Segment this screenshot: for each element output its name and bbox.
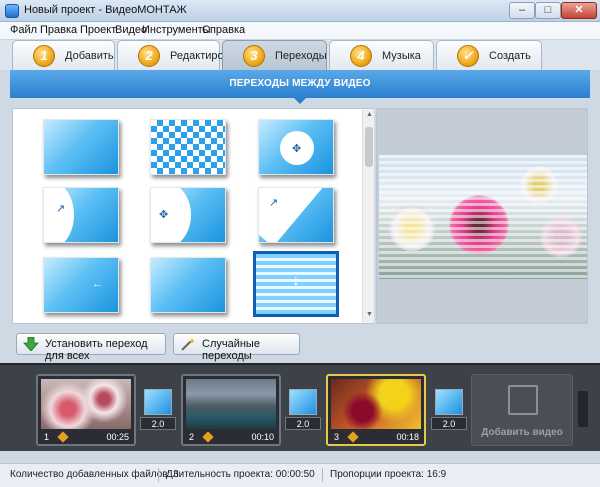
arrow-left-icon: ← — [92, 278, 103, 290]
clip-duration: 00:18 — [396, 432, 419, 442]
tab-transitions[interactable]: 3 Переходы — [222, 40, 327, 70]
transitions-grid: ✥ ↗ ✥ ↗ ← ↓ — [12, 108, 374, 324]
scroll-down-icon[interactable]: ▼ — [366, 311, 373, 318]
pencil-icon[interactable] — [347, 431, 359, 443]
timeline-transition-1[interactable]: 2.0 — [140, 389, 176, 433]
tab-edit[interactable]: 2 Редактировать — [117, 40, 246, 70]
tab-add[interactable]: 1 Добавить — [12, 40, 115, 70]
random-transitions-label: Случайные переходы — [202, 338, 260, 362]
add-video-button[interactable]: Добавить видео — [471, 374, 573, 446]
transition-plain[interactable] — [150, 257, 226, 313]
transition-wipe-corner[interactable]: ↗ — [43, 187, 119, 243]
timeline-transition-2[interactable]: 2.0 — [285, 389, 321, 433]
tab-label: Переходы — [275, 50, 327, 62]
arrow-icon: ↗ — [56, 203, 66, 215]
close-button[interactable]: ✕ — [561, 2, 597, 19]
clip-number: 2 — [189, 432, 195, 442]
step-tabs: 1 Добавить 2 Редактировать 3 Переходы 4 … — [0, 40, 600, 70]
tab-label: Добавить — [65, 50, 114, 62]
section-header: ПЕРЕХОДЫ МЕЖДУ ВИДЕО — [10, 70, 590, 104]
preview-panel — [376, 108, 588, 324]
title-bar: Новый проект - ВидеоМОНТАЖ – □ ✕ — [0, 0, 600, 22]
menu-file[interactable]: Файл — [10, 24, 37, 36]
blinds-overlay — [379, 155, 587, 279]
grid-scrollbar[interactable]: ▲ ▼ — [362, 109, 374, 323]
timeline-scrollbar[interactable] — [578, 391, 588, 427]
timeline-clip-3[interactable]: 3 00:18 — [326, 374, 426, 446]
maximize-button[interactable]: □ — [535, 2, 561, 19]
project-aspect: Пропорции проекта: 16:9 — [330, 469, 447, 480]
clip-number: 3 — [334, 432, 340, 442]
transition-fade[interactable] — [43, 119, 119, 175]
clip-info-bar: 2 00:10 — [186, 431, 276, 444]
status-bar: Количество добавленных файлов: 3 Длитель… — [0, 463, 600, 487]
menu-tools[interactable]: Инструменты — [142, 24, 211, 36]
move-arrows-icon: ✥ — [159, 209, 169, 221]
menu-help[interactable]: Справка — [202, 24, 245, 36]
move-arrows-icon: ✥ — [292, 143, 302, 155]
transition-diagonal[interactable]: ↗ — [258, 187, 334, 243]
project-duration: Длительность проекта: 00:00:50 — [166, 469, 315, 480]
timeline-clip-2[interactable]: 2 00:10 — [181, 374, 281, 446]
arrow-icon: ↗ — [269, 197, 279, 209]
clip-thumbnail — [331, 379, 421, 429]
transition-slide[interactable]: ← — [43, 257, 119, 313]
tab-label: Музыка — [382, 50, 421, 62]
transition-duration: 2.0 — [140, 417, 176, 430]
random-transitions-button[interactable]: Случайные переходы — [173, 333, 300, 362]
transition-thumbnail — [289, 389, 317, 415]
transition-duration: 2.0 — [285, 417, 321, 430]
menu-bar: Файл Правка Проект Видео Инструменты Спр… — [0, 22, 600, 40]
apply-to-all-label: Установить переход для всех — [45, 338, 148, 362]
transition-duration: 2.0 — [431, 417, 467, 430]
tab-create[interactable]: ✓ Создать — [436, 40, 542, 70]
pencil-icon[interactable] — [57, 431, 69, 443]
timeline-transition-3[interactable]: 2.0 — [431, 389, 467, 433]
preview-image — [379, 155, 587, 279]
scroll-up-icon[interactable]: ▲ — [366, 111, 373, 118]
check-icon: ✓ — [457, 45, 479, 67]
step-2-icon: 2 — [138, 45, 160, 67]
status-divider — [322, 468, 323, 482]
window-title: Новый проект - ВидеоМОНТАЖ — [24, 4, 187, 16]
magic-wand-icon — [181, 338, 195, 351]
clip-thumbnail — [186, 379, 276, 429]
arrow-down-icon: ↓ — [292, 272, 300, 289]
step-3-icon: 3 — [243, 45, 265, 67]
arrow-down-icon — [23, 337, 39, 351]
menu-edit[interactable]: Правка — [40, 24, 77, 36]
transition-circle-zoom[interactable]: ✥ — [258, 119, 334, 175]
transition-thumbnail — [435, 389, 463, 415]
minimize-button[interactable]: – — [509, 2, 535, 19]
status-divider — [158, 468, 159, 482]
transition-wipe-left[interactable]: ✥ — [150, 187, 226, 243]
step-4-icon: 4 — [350, 45, 372, 67]
transition-thumbnail — [144, 389, 172, 415]
clip-info-bar: 3 00:18 — [331, 431, 421, 444]
pencil-icon[interactable] — [202, 431, 214, 443]
apply-to-all-button[interactable]: Установить переход для всех — [16, 333, 166, 362]
timeline: 1 00:25 2.0 2 00:10 2.0 3 00:18 2.0 Доба… — [0, 363, 600, 451]
clip-duration: 00:25 — [106, 432, 129, 442]
film-icon — [508, 385, 538, 415]
transition-blinds-down[interactable]: ↓ — [253, 251, 339, 317]
clip-info-bar: 1 00:25 — [41, 431, 131, 444]
scroll-thumb[interactable] — [365, 127, 373, 167]
clip-thumbnail — [41, 379, 131, 429]
transition-checkerboard[interactable] — [150, 119, 226, 175]
clip-number: 1 — [44, 432, 50, 442]
tab-label: Создать — [489, 50, 531, 62]
app-icon — [5, 4, 19, 18]
step-1-icon: 1 — [33, 45, 55, 67]
tab-music[interactable]: 4 Музыка — [329, 40, 434, 70]
clip-duration: 00:10 — [251, 432, 274, 442]
files-count: Количество добавленных файлов: 3 — [10, 469, 179, 480]
menu-project[interactable]: Проект — [80, 24, 116, 36]
add-video-label: Добавить видео — [481, 427, 563, 438]
timeline-clip-1[interactable]: 1 00:25 — [36, 374, 136, 446]
